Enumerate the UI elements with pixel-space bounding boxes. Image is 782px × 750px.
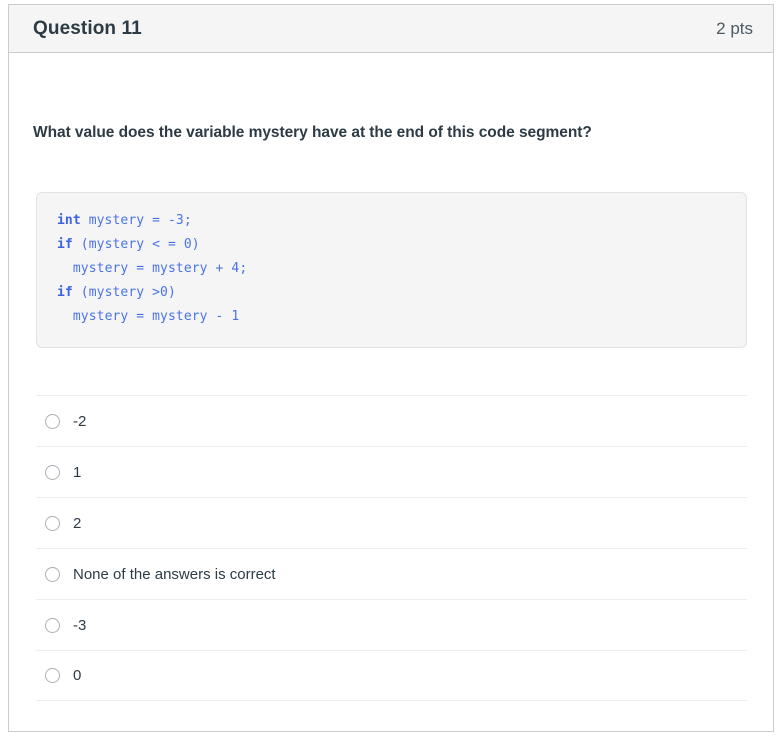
radio-button-icon[interactable] bbox=[45, 566, 60, 582]
question-points: 2 pts bbox=[716, 18, 753, 38]
answer-option-row[interactable]: 0 bbox=[36, 650, 747, 702]
answer-option-label: 2 bbox=[73, 514, 82, 532]
code-text: mystery = mystery + 4; bbox=[72, 261, 248, 277]
page-title: Question 11 bbox=[33, 17, 142, 39]
code-text: (mystery < = 0) bbox=[72, 237, 200, 253]
answer-option-label: None of the answers is correct bbox=[73, 565, 276, 583]
answer-option-label: -3 bbox=[73, 616, 87, 634]
answer-option-row[interactable]: 2 bbox=[36, 497, 747, 548]
code-line: if (mystery >0) bbox=[57, 281, 726, 305]
code-segment-block: int mystery = -3; if (mystery < = 0) mys… bbox=[36, 192, 747, 349]
question-prompt-text: What value does the variable mystery hav… bbox=[33, 124, 592, 141]
question-header: Question 11 2 pts bbox=[9, 5, 773, 53]
code-line: if (mystery < = 0) bbox=[57, 233, 726, 257]
answer-option-row[interactable]: None of the answers is correct bbox=[36, 548, 747, 599]
answer-option-label: 0 bbox=[73, 667, 82, 684]
question-card: Question 11 2 pts What value does the va… bbox=[8, 4, 774, 732]
radio-button-icon[interactable] bbox=[45, 413, 60, 429]
code-line: int mystery = -3; bbox=[57, 209, 726, 233]
code-line: mystery = mystery - 1 bbox=[57, 305, 726, 329]
code-line: mystery = mystery + 4; bbox=[57, 257, 726, 281]
code-text: mystery = mystery - 1 bbox=[72, 309, 240, 325]
answer-option-row[interactable]: 1 bbox=[36, 446, 747, 497]
answer-option-row[interactable]: -3 bbox=[36, 599, 747, 650]
question-body: What value does the variable mystery hav… bbox=[9, 53, 773, 702]
code-text: mystery = -3; bbox=[80, 213, 192, 229]
code-text: (mystery >0) bbox=[72, 285, 176, 301]
radio-button-icon[interactable] bbox=[45, 515, 60, 531]
code-keyword: if bbox=[57, 285, 73, 301]
radio-button-icon[interactable] bbox=[45, 464, 60, 480]
code-keyword: if bbox=[57, 237, 73, 253]
radio-button-icon[interactable] bbox=[45, 617, 60, 633]
code-keyword: int bbox=[57, 213, 81, 229]
answer-option-label: -2 bbox=[73, 412, 87, 430]
answer-options-list: -2 1 2 None of the answers is correct -3… bbox=[36, 395, 747, 702]
radio-button-icon[interactable] bbox=[45, 668, 60, 684]
answer-option-label: 1 bbox=[73, 463, 82, 481]
answer-option-row[interactable]: -2 bbox=[36, 395, 747, 446]
